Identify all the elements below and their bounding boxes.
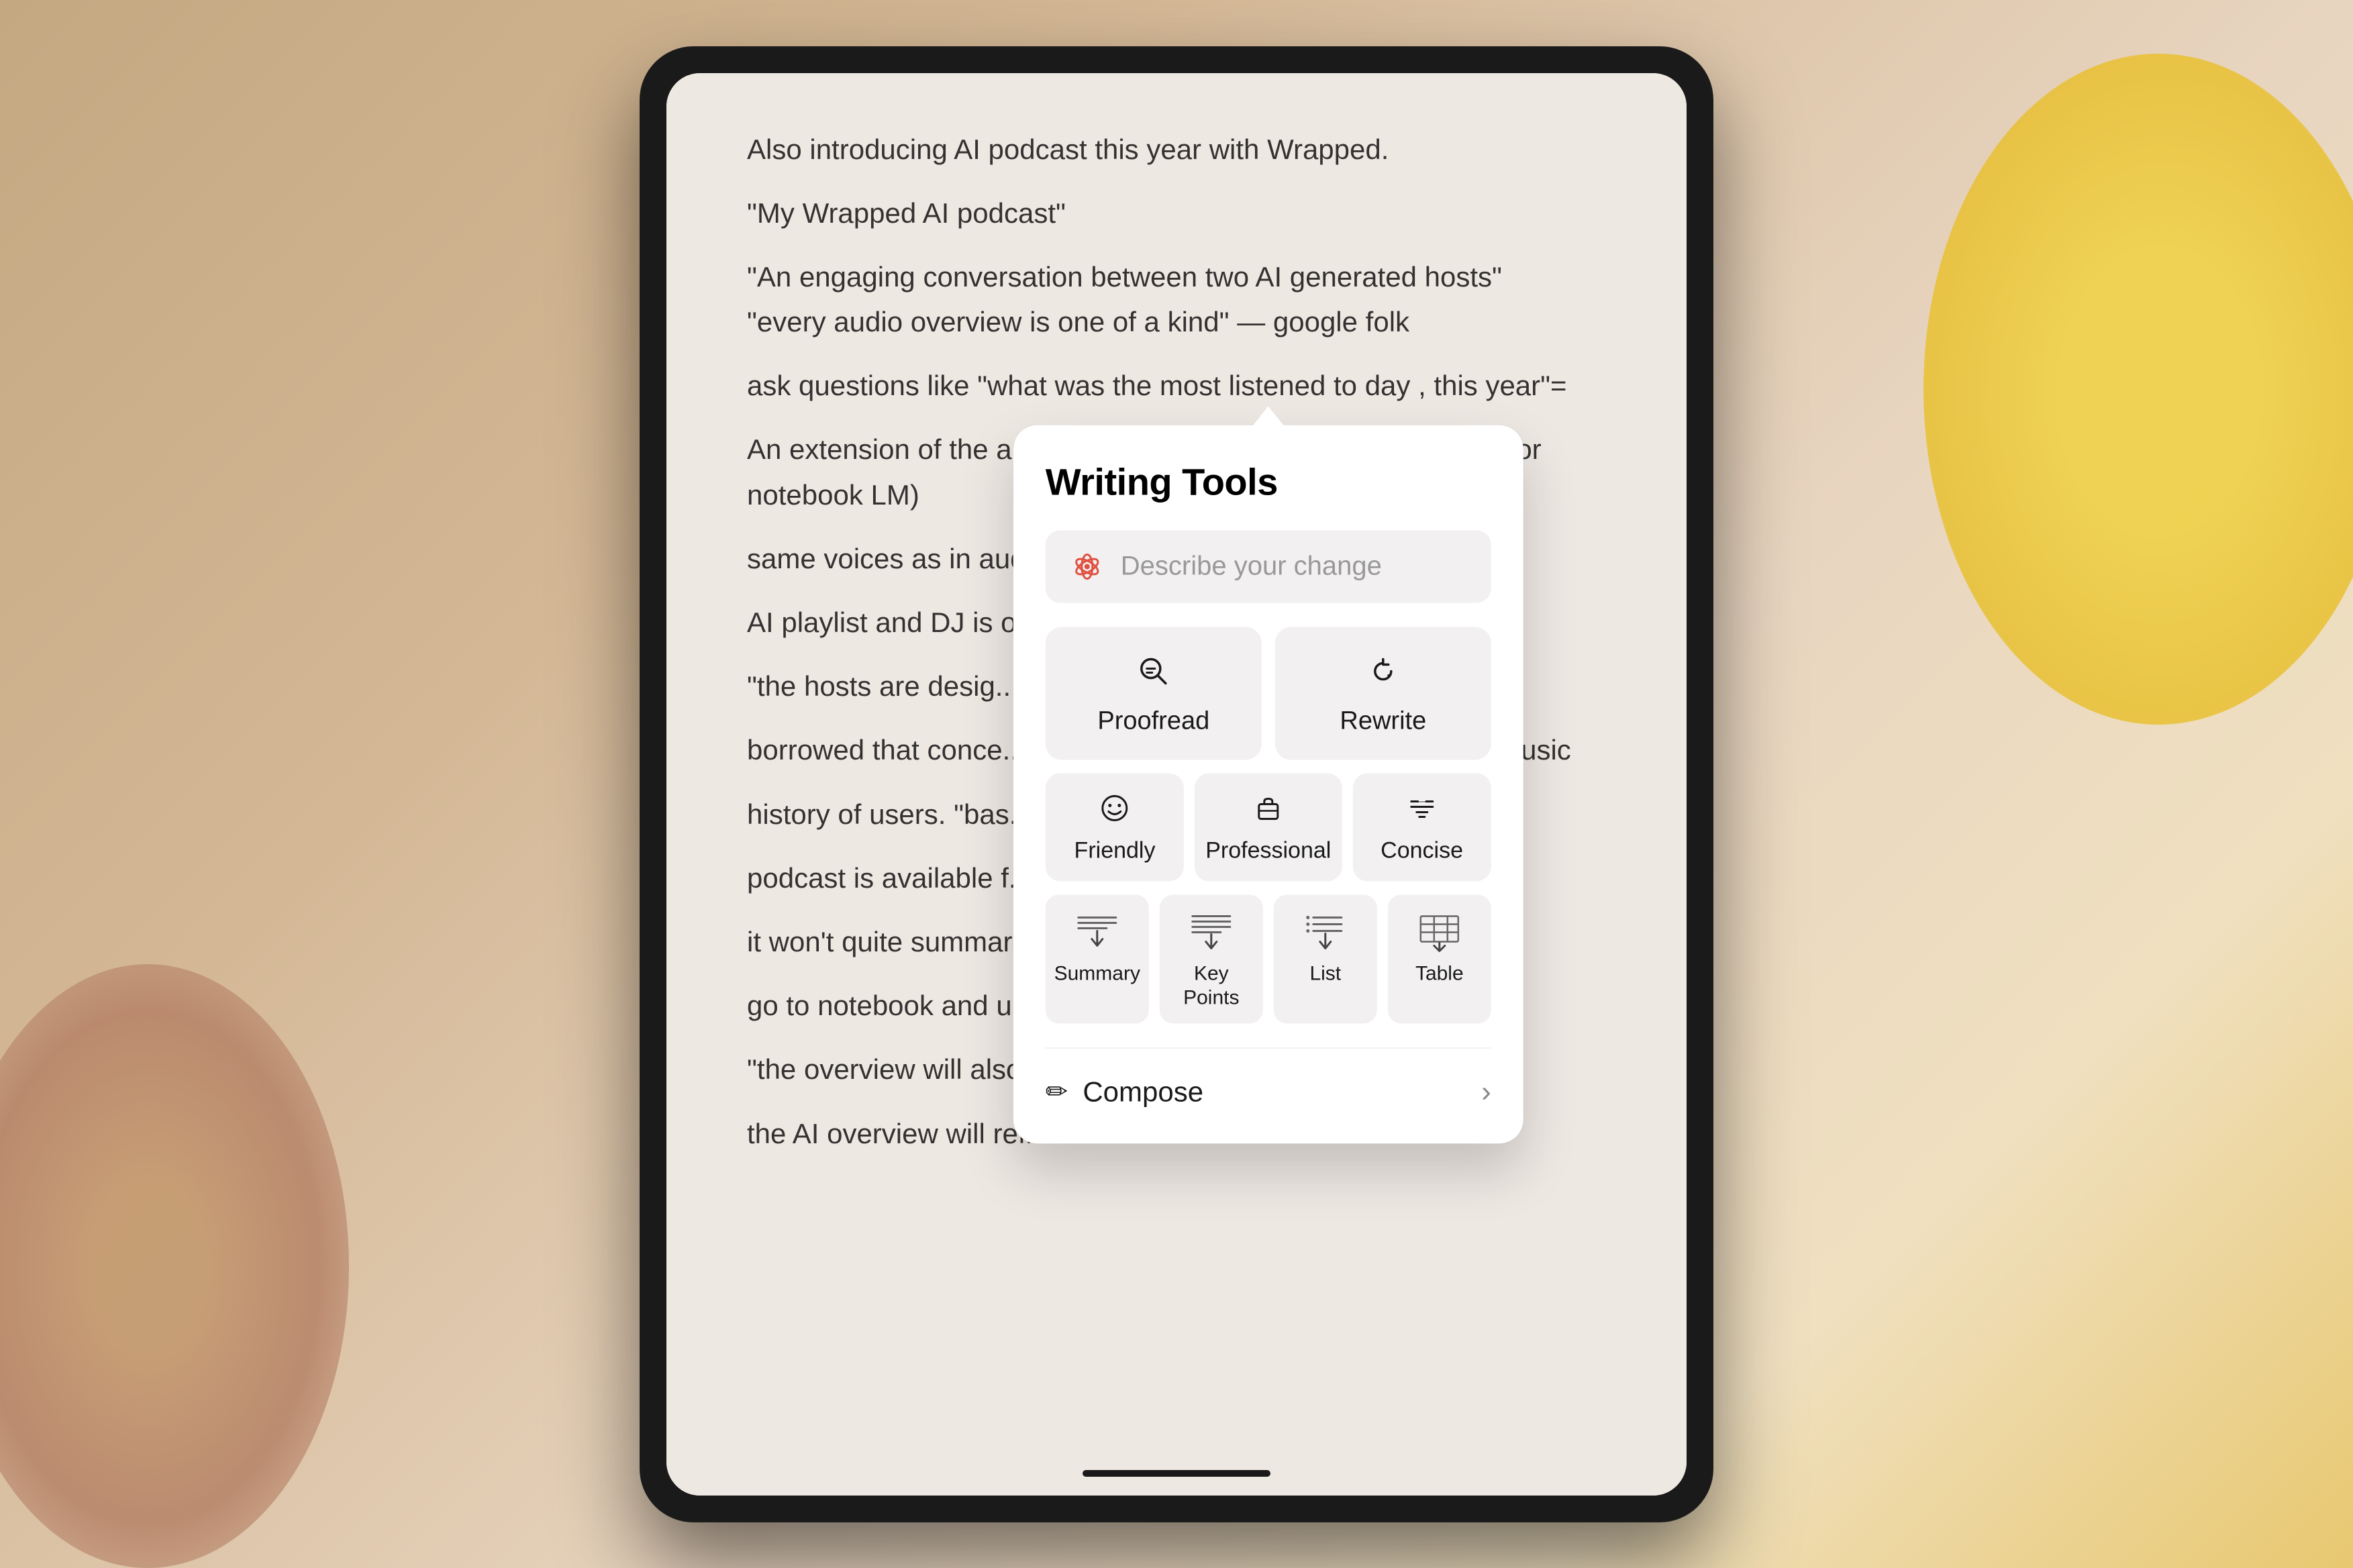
friendly-label: Friendly — [1074, 837, 1156, 864]
proofread-button[interactable]: Proofread — [1046, 627, 1262, 760]
home-bar — [1083, 1470, 1270, 1477]
tone-row: Friendly Professional — [1046, 773, 1491, 881]
popup-arrow — [1252, 406, 1285, 426]
list-icon-area — [1299, 910, 1352, 953]
concise-label: Concise — [1381, 837, 1463, 864]
action-row: Proofread Rewrite — [1046, 627, 1491, 760]
professional-button[interactable]: Professional — [1195, 773, 1342, 881]
rewrite-button[interactable]: Rewrite — [1275, 627, 1491, 760]
table-icon-area — [1413, 910, 1466, 953]
friendly-icon — [1100, 793, 1130, 828]
concise-button[interactable]: Concise — [1352, 773, 1491, 881]
compose-row[interactable]: ✏ Compose › — [1046, 1072, 1491, 1111]
rewrite-icon — [1366, 654, 1401, 694]
concise-icon — [1407, 793, 1437, 828]
professional-label: Professional — [1205, 837, 1331, 864]
list-label: List — [1309, 961, 1341, 986]
friendly-button[interactable]: Friendly — [1046, 773, 1184, 881]
summary-icon-area — [1070, 910, 1124, 953]
compose-label: Compose — [1083, 1076, 1203, 1108]
proofread-icon — [1136, 654, 1171, 694]
compose-left: ✏ Compose — [1046, 1076, 1203, 1108]
format-row: Summary KeyPoints — [1046, 894, 1491, 1048]
describe-placeholder: Describe your change — [1121, 552, 1382, 582]
list-button[interactable]: List — [1274, 894, 1377, 1023]
writing-tools-title: Writing Tools — [1046, 460, 1491, 503]
tablet-screen: Also introducing AI podcast this year wi… — [666, 73, 1687, 1496]
key-points-icon-area — [1185, 910, 1238, 953]
tablet-device: Also introducing AI podcast this year wi… — [640, 46, 1713, 1522]
compose-pencil-icon: ✏ — [1046, 1076, 1068, 1107]
describe-input[interactable]: Describe your change — [1046, 530, 1491, 603]
summary-label: Summary — [1054, 961, 1140, 986]
table-label: Table — [1415, 961, 1464, 986]
key-points-label: KeyPoints — [1183, 961, 1239, 1010]
rewrite-label: Rewrite — [1340, 707, 1426, 735]
compose-chevron-icon: › — [1481, 1075, 1491, 1108]
professional-icon — [1254, 793, 1283, 828]
writing-tools-popup: Writing Tools Describe your change — [1013, 425, 1523, 1143]
summary-button[interactable]: Summary — [1046, 894, 1149, 1023]
apple-intelligence-icon — [1070, 549, 1105, 584]
proofread-label: Proofread — [1097, 707, 1209, 735]
table-button[interactable]: Table — [1388, 894, 1491, 1023]
key-points-button[interactable]: KeyPoints — [1160, 894, 1263, 1023]
